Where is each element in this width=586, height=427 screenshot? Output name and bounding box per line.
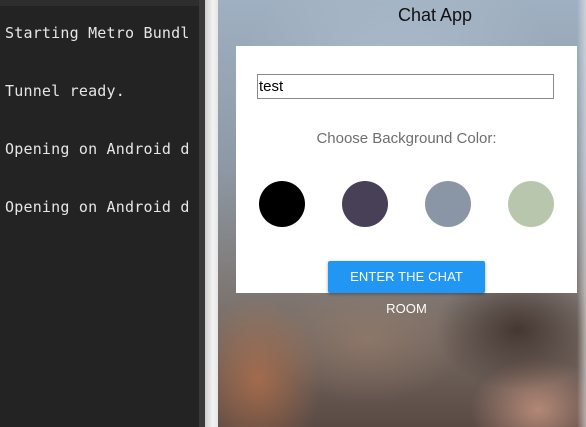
terminal-line: Opening on Android d (5, 140, 190, 158)
terminal-line: Opening on Android d (5, 198, 190, 216)
app-title: Chat App (397, 5, 473, 25)
screen-edge-highlight (577, 0, 586, 427)
emulator-bezel (205, 0, 218, 427)
terminal-line: Starting Metro Bundl (5, 24, 190, 42)
name-input[interactable]: test (257, 74, 554, 99)
color-swatch-dark-purple[interactable] (342, 181, 388, 227)
choose-color-label: Choose Background Color: (316, 130, 497, 147)
enter-chat-room-button[interactable]: ENTER THE CHAT ROOM (328, 261, 485, 316)
terminal-panel: Starting Metro Bundl Tunnel ready. Openi… (0, 0, 199, 427)
app-screen: Chat App test Choose Background Color: E… (218, 0, 586, 427)
terminal-top-bar (0, 0, 199, 6)
color-swatch-gray-blue[interactable] (425, 181, 471, 227)
color-swatch-black[interactable] (259, 181, 305, 227)
start-card: test Choose Background Color: ENTER THE … (236, 46, 577, 316)
color-swatch-sage-green[interactable] (508, 181, 554, 227)
terminal-line: Tunnel ready. (5, 82, 125, 100)
